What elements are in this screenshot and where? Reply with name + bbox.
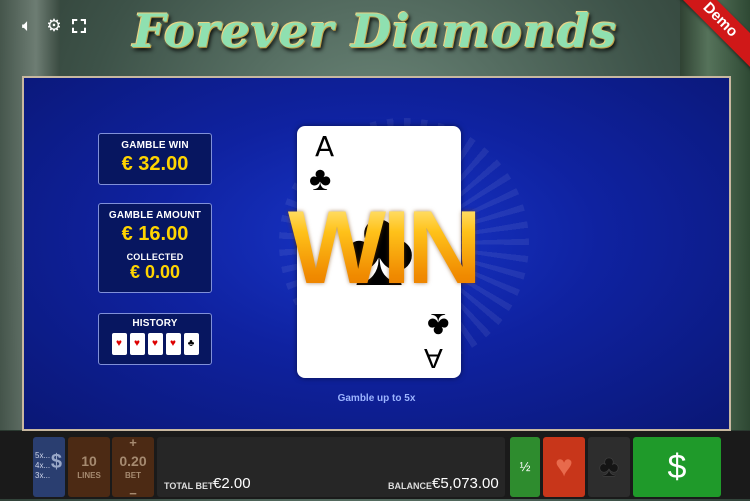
paytable-row: 5x... <box>35 451 51 460</box>
history-card: ♥ <box>129 333 145 355</box>
history-box: HISTORY ♥ ♥ ♥ ♥ ♣ <box>98 313 212 365</box>
balance-value: €5,073.00 <box>432 475 499 492</box>
paytable-list: 5x... 4x... 3x... <box>35 451 50 481</box>
lines-label: LINES <box>77 471 101 480</box>
bet-plus-icon[interactable]: + <box>112 435 154 450</box>
dollar-icon: $ <box>50 451 62 473</box>
bet-button[interactable]: + 0.20 BET − <box>112 435 154 501</box>
game-logo: Forever Diamonds <box>132 4 618 58</box>
gamble-amount-label: GAMBLE AMOUNT <box>108 210 202 221</box>
gamble-win-box: GAMBLE WIN € 32.00 <box>98 133 212 185</box>
money-bag-icon: $ <box>667 448 687 486</box>
club-icon: ♣ <box>426 306 449 344</box>
collected-value: € 0.00 <box>129 262 181 282</box>
history-card: ♥ <box>165 333 181 355</box>
black-card-button[interactable]: ♣ <box>588 437 630 497</box>
gamble-half-button[interactable]: ½ <box>510 437 540 497</box>
gamble-hint: Gamble up to 5x <box>337 393 416 404</box>
lines-value: 10 <box>81 453 97 469</box>
history-cards: ♥ ♥ ♥ ♥ ♣ <box>99 333 211 355</box>
history-label: HISTORY <box>132 318 178 329</box>
bet-label: BET <box>125 471 141 480</box>
gamble-amount-box: GAMBLE AMOUNT € 16.00 COLLECTED € 0.00 <box>98 203 212 293</box>
win-text: WIN <box>278 193 488 303</box>
gamble-win-label: GAMBLE WIN <box>121 140 189 151</box>
history-card: ♥ <box>147 333 163 355</box>
club-icon: ♣ <box>599 450 619 483</box>
gamble-win-value: € 32.00 <box>121 153 189 175</box>
collect-button[interactable]: $ <box>633 437 721 497</box>
balance-label: BALANCE <box>388 481 432 491</box>
bottom-bar: 5x... 4x... 3x... $ 10 LINES + 0.20 BET … <box>0 431 750 501</box>
red-card-button[interactable]: ♥ <box>543 437 585 497</box>
history-card: ♥ <box>111 333 127 355</box>
total-bet-label: TOTAL BET <box>164 481 214 491</box>
card-rank-top: A <box>315 130 335 163</box>
heart-icon: ♥ <box>555 450 573 483</box>
total-bet-value: €2.00 <box>213 475 251 492</box>
gamble-amount-value: € 16.00 <box>121 223 189 245</box>
collected-label: COLLECTED <box>126 252 184 262</box>
paytable-row: 3x... <box>35 471 51 480</box>
paytable-row: 4x... <box>35 461 51 470</box>
half-icon: ½ <box>519 459 531 474</box>
lines-button[interactable]: 10 LINES <box>68 437 110 497</box>
bet-balance-panel: TOTAL BET €2.00 BALANCE €5,073.00 <box>157 437 505 497</box>
card-rank-bottom: A <box>424 343 443 374</box>
history-card: ♣ <box>183 333 199 355</box>
gamble-panel: GAMBLE WIN € 32.00 GAMBLE AMOUNT € 16.00… <box>22 76 731 431</box>
bet-value: 0.20 <box>119 453 147 469</box>
paytable-button[interactable]: 5x... 4x... 3x... $ <box>33 437 65 497</box>
